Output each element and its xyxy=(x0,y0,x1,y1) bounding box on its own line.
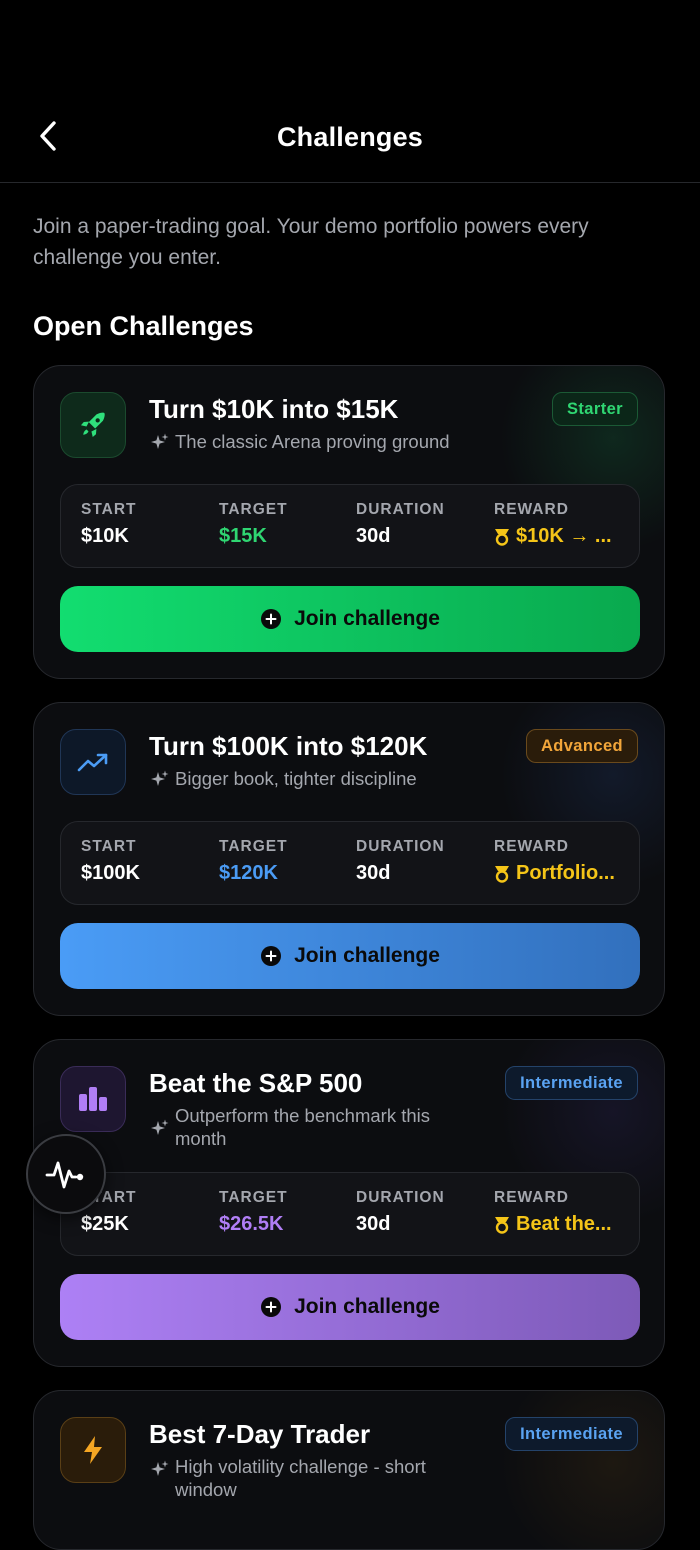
stat-target: TARGET $26.5K xyxy=(219,1189,288,1235)
bar-chart-icon xyxy=(60,1066,126,1132)
stat-duration: DURATION 30d xyxy=(356,501,445,547)
challenge-subtitle: High volatility challenge - short window xyxy=(149,1455,459,1501)
challenge-title: Beat the S&P 500 xyxy=(149,1068,363,1098)
medal-icon xyxy=(495,865,509,883)
sparkle-icon xyxy=(151,770,169,786)
join-challenge-button[interactable]: Join challenge xyxy=(60,923,640,989)
difficulty-badge: Intermediate xyxy=(505,1417,638,1451)
activity-pulse-icon xyxy=(45,1161,84,1189)
stat-target: TARGET $120K xyxy=(219,838,288,884)
challenge-title: Turn $10K into $15K xyxy=(149,394,399,424)
trending-up-icon xyxy=(60,729,126,795)
top-bar: Challenges xyxy=(0,96,700,183)
join-challenge-button[interactable]: Join challenge xyxy=(60,586,640,652)
stat-reward: REWARD $10K → ... xyxy=(494,501,612,547)
plus-circle-icon xyxy=(261,946,282,966)
challenge-subtitle: The classic Arena proving ground xyxy=(149,430,469,453)
difficulty-badge: Starter xyxy=(552,392,638,426)
difficulty-badge: Advanced xyxy=(525,729,638,763)
lightning-icon xyxy=(60,1417,126,1483)
rocket-icon xyxy=(60,392,126,458)
activity-fab-button[interactable] xyxy=(26,1134,106,1214)
page-title: Challenges xyxy=(276,122,424,152)
challenge-card: Beat the S&P 500 Outperform the benchmar… xyxy=(33,1039,665,1367)
challenge-title: Turn $100K into $120K xyxy=(149,731,428,761)
join-challenge-button[interactable]: Join challenge xyxy=(60,1274,640,1340)
difficulty-badge: Intermediate xyxy=(505,1066,638,1100)
stat-target: TARGET $15K xyxy=(219,501,288,547)
stat-reward: REWARD Beat the... xyxy=(494,1189,612,1235)
section-title: Open Challenges xyxy=(33,311,254,341)
challenge-subtitle: Outperform the benchmark this month xyxy=(149,1104,439,1150)
sparkle-icon xyxy=(151,1460,169,1476)
stats-panel: START $100K TARGET $120K DURATION 30d RE… xyxy=(60,821,640,905)
stats-panel: START $10K TARGET $15K DURATION 30d REWA… xyxy=(60,484,640,568)
medal-icon xyxy=(495,1216,509,1234)
stats-panel: START $25K TARGET $26.5K DURATION 30d RE… xyxy=(60,1172,640,1256)
challenge-card: Turn $100K into $120K Bigger book, tight… xyxy=(33,702,665,1016)
sparkle-icon xyxy=(151,433,169,449)
challenge-subtitle: Bigger book, tighter discipline xyxy=(149,767,469,790)
stat-start: START $100K xyxy=(81,838,140,884)
plus-circle-icon xyxy=(261,609,282,629)
challenge-card: Turn $10K into $15K The classic Arena pr… xyxy=(33,365,665,679)
stat-duration: DURATION 30d xyxy=(356,838,445,884)
challenge-card: Best 7-Day Trader High volatility challe… xyxy=(33,1390,665,1550)
sparkle-icon xyxy=(151,1119,169,1135)
medal-icon xyxy=(495,528,509,546)
intro-text: Join a paper-trading goal. Your demo por… xyxy=(33,215,589,269)
stat-start: START $10K xyxy=(81,501,137,547)
plus-circle-icon xyxy=(261,1297,282,1317)
stat-duration: DURATION 30d xyxy=(356,1189,445,1235)
stat-reward: REWARD Portfolio... xyxy=(494,838,615,884)
challenge-title: Best 7-Day Trader xyxy=(149,1419,371,1449)
